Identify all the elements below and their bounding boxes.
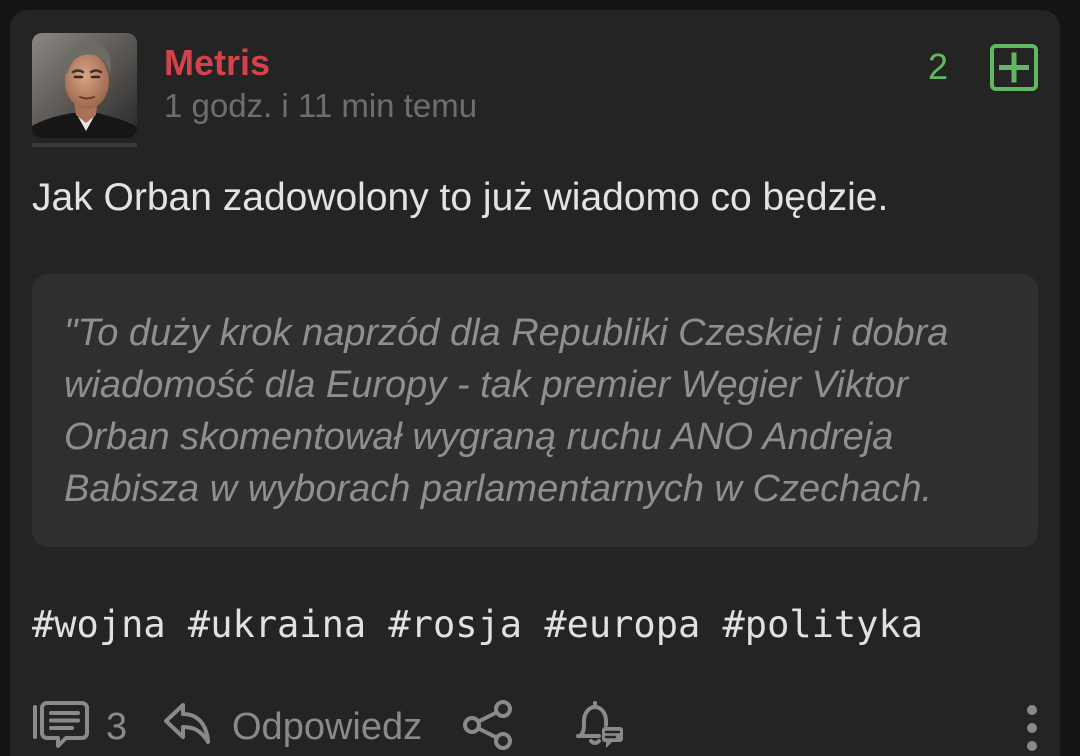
avatar[interactable]	[32, 33, 137, 138]
quote-line: Orban skomentował wygraną ruchu ANO Andr…	[64, 416, 894, 458]
tag-link[interactable]: #ukraina	[188, 603, 366, 646]
reply-label: Odpowiedz	[232, 706, 423, 748]
avatar-photo	[32, 33, 137, 138]
post-time: 1 godz. i 11 min temu	[164, 87, 478, 124]
reply-icon	[164, 703, 210, 744]
quote-block: "To duży krok naprzód dla Republiki Czes…	[32, 274, 1038, 547]
tag-link[interactable]: #rosja	[388, 603, 522, 646]
author-name[interactable]: Metris	[164, 41, 270, 85]
post-card: Metris 1 godz. i 11 min temu 2 Jak Orban…	[10, 10, 1060, 756]
vote-count: 2	[927, 46, 948, 87]
observe-button[interactable]	[573, 698, 626, 752]
post-body: Jak Orban zadowolony to już wiadomo co b…	[32, 176, 889, 219]
quote-line: wiadomość dla Europy - tak premier Węgie…	[64, 364, 909, 406]
reply-button[interactable]: Odpowiedz	[163, 698, 443, 752]
share-icon	[463, 700, 512, 750]
tag-link[interactable]: #polityka	[723, 603, 923, 646]
quote-line: "To duży krok naprzód dla Republiki Czes…	[64, 312, 949, 354]
comment-icon	[33, 701, 89, 748]
tag-list: #wojna #ukraina #rosja #europa #polityka	[32, 603, 923, 647]
comments-count: 3	[106, 706, 128, 748]
comments-button[interactable]: 3	[32, 698, 142, 752]
bell-icon	[576, 701, 623, 748]
upvote-button[interactable]	[990, 44, 1038, 91]
more-options-button[interactable]	[1021, 700, 1043, 756]
share-button[interactable]	[461, 698, 514, 752]
tag-link[interactable]: #wojna	[32, 603, 166, 646]
avatar-rank-bar	[32, 143, 137, 147]
plus-square-icon	[990, 44, 1038, 91]
more-vertical-icon	[1027, 705, 1037, 751]
quote-line: Babisza w wyborach parlamentarnych w Cze…	[64, 468, 933, 510]
tag-link[interactable]: #europa	[544, 603, 700, 646]
